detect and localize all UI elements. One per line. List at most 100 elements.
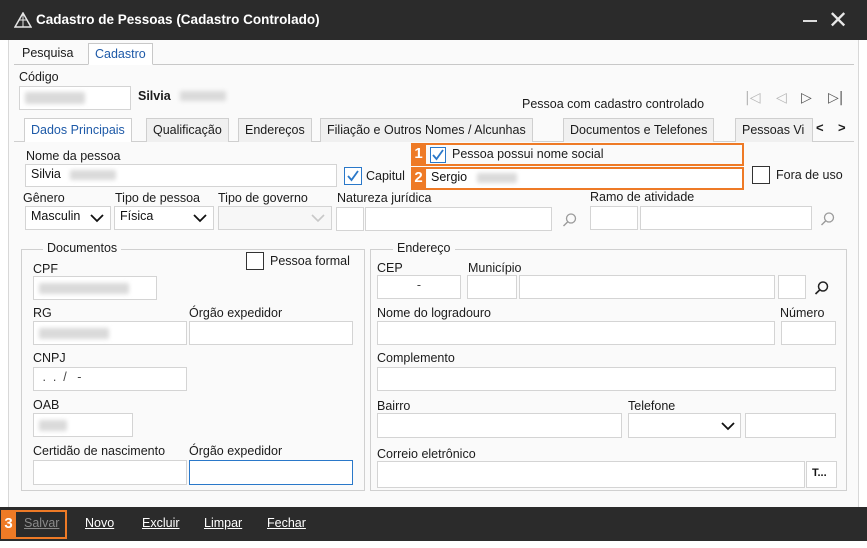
municipio-uf-input[interactable]	[778, 275, 806, 299]
search-icon[interactable]	[814, 280, 830, 296]
complemento-label: Complemento	[377, 351, 455, 365]
tab-pessoas-vinculadas[interactable]: Pessoas Vi	[735, 118, 813, 142]
telefone-label: Telefone	[628, 399, 676, 413]
checkmark-icon	[432, 149, 444, 161]
correio-type-button[interactable]: T...	[806, 461, 837, 488]
rg-input[interactable]	[33, 321, 187, 345]
ramo-code-input[interactable]	[590, 206, 638, 230]
codigo-field[interactable]	[19, 86, 131, 110]
orgao-expedidor-input[interactable]	[189, 321, 353, 345]
correio-input[interactable]	[377, 461, 805, 488]
chevron-down-icon	[193, 214, 207, 223]
tab-enderecos[interactable]: Endereços	[238, 118, 312, 142]
rg-label: RG	[33, 306, 52, 320]
redacted-surname	[180, 91, 226, 101]
fechar-button[interactable]: Fechar	[267, 516, 306, 530]
pessoa-formal-checkbox[interactable]	[246, 252, 264, 270]
nome-pessoa-input[interactable]: Silvia	[25, 164, 337, 187]
cnpj-label: CNPJ	[33, 351, 66, 365]
cpf-label: CPF	[33, 262, 58, 276]
bairro-label: Bairro	[377, 399, 411, 413]
chevron-down-icon	[90, 214, 104, 223]
cnpj-input[interactable]: . . / -	[33, 367, 187, 391]
complemento-input[interactable]	[377, 367, 836, 391]
annotation-number-2: 2	[411, 168, 426, 188]
cep-label: CEP	[377, 261, 403, 275]
ramo-desc-input[interactable]	[640, 206, 812, 230]
capitular-label: Capitul	[366, 169, 405, 183]
natureza-desc-input[interactable]	[365, 207, 552, 231]
nome-social-input[interactable]: Sergio	[427, 169, 742, 188]
certidao-input[interactable]	[33, 460, 187, 485]
certidao-label: Certidão de nascimento	[33, 444, 166, 458]
tipo-governo-select[interactable]	[218, 206, 332, 230]
novo-button[interactable]: Novo	[85, 516, 114, 530]
natureza-code-input[interactable]	[336, 207, 364, 231]
tab-cadastro[interactable]: Cadastro	[88, 43, 153, 65]
nome-social-value: Sergio	[431, 170, 468, 184]
oab-label: OAB	[33, 398, 60, 412]
tab-qualificacao[interactable]: Qualificação	[146, 118, 229, 142]
checkmark-icon	[347, 170, 359, 182]
tipo-pessoa-select[interactable]: Física	[114, 206, 214, 230]
genero-label: Gênero	[23, 191, 65, 205]
tab-documentos-telefones[interactable]: Documentos e Telefones	[563, 118, 715, 142]
telefone-input[interactable]	[745, 413, 836, 438]
next-record-icon[interactable]: ▷	[801, 90, 812, 106]
nome-pessoa-value: Silvia	[31, 167, 61, 181]
tipo-pessoa-value: Física	[120, 209, 154, 223]
excluir-button[interactable]: Excluir	[142, 516, 180, 530]
tab-dados-principais[interactable]: Dados Principais	[24, 118, 132, 142]
tab-filiacao[interactable]: Filiação e Outros Nomes / Alcunhas	[320, 118, 533, 142]
chevron-down-icon	[721, 422, 735, 431]
annotation-number-1: 1	[411, 144, 426, 164]
codigo-label: Código	[19, 70, 59, 84]
fora-de-uso-checkbox[interactable]	[752, 166, 770, 184]
numero-input[interactable]	[781, 321, 836, 345]
search-icon[interactable]	[820, 211, 836, 227]
person-name: Silvia	[138, 89, 171, 103]
tab-pesquisa[interactable]: Pesquisa	[16, 43, 79, 65]
genero-value: Masculin	[31, 209, 81, 223]
ramo-atividade-label: Ramo de atividade	[590, 190, 695, 204]
limpar-button[interactable]: Limpar	[204, 516, 242, 530]
orgao-expedidor-2-label: Órgão expedidor	[189, 444, 283, 458]
tab-scroll-right-icon[interactable]: >	[838, 120, 846, 135]
genero-select[interactable]: Masculin	[25, 206, 111, 230]
first-record-icon[interactable]: |◁	[745, 90, 760, 106]
municipio-label: Município	[468, 261, 522, 275]
tab-scroll-left-icon[interactable]: <	[816, 120, 824, 135]
fora-de-uso-label: Fora de uso	[776, 168, 843, 182]
natureza-juridica-label: Natureza jurídica	[337, 191, 432, 205]
annotation-number-3: 3	[1, 511, 16, 537]
municipio-desc-input[interactable]	[519, 275, 775, 299]
search-icon[interactable]	[562, 212, 578, 228]
tipo-pessoa-label: Tipo de pessoa	[115, 191, 201, 205]
redacted-surname	[476, 172, 517, 183]
previous-record-icon[interactable]: ◁	[776, 90, 787, 106]
orgao-expedidor-2-input[interactable]	[189, 460, 353, 485]
close-icon[interactable]: ✕	[822, 4, 854, 36]
capitular-checkbox[interactable]	[344, 167, 362, 185]
logradouro-label: Nome do logradouro	[377, 306, 491, 320]
cpf-input[interactable]	[33, 276, 157, 300]
municipio-code-input[interactable]	[467, 275, 517, 299]
cep-input[interactable]: -	[377, 275, 461, 299]
bottom-toolbar	[0, 507, 867, 541]
app-logo-icon	[13, 11, 33, 28]
numero-label: Número	[780, 306, 825, 320]
nome-pessoa-label: Nome da pessoa	[26, 149, 121, 163]
window-title: Cadastro de Pessoas (Cadastro Controlado…	[36, 12, 320, 27]
telefone-tipo-select[interactable]	[628, 413, 741, 438]
oab-input[interactable]	[33, 413, 133, 437]
last-record-icon[interactable]: ▷|	[828, 90, 843, 106]
endereco-title: Endereço	[393, 241, 455, 255]
bairro-input[interactable]	[377, 413, 622, 438]
controlled-notice: Pessoa com cadastro controlado	[522, 97, 705, 111]
documentos-title: Documentos	[43, 241, 122, 255]
salvar-button[interactable]: Salvar	[24, 516, 59, 530]
pessoa-formal-label: Pessoa formal	[270, 254, 350, 268]
minimize-button[interactable]	[795, 6, 825, 34]
nome-social-checkbox[interactable]	[430, 147, 446, 163]
logradouro-input[interactable]	[377, 321, 775, 345]
